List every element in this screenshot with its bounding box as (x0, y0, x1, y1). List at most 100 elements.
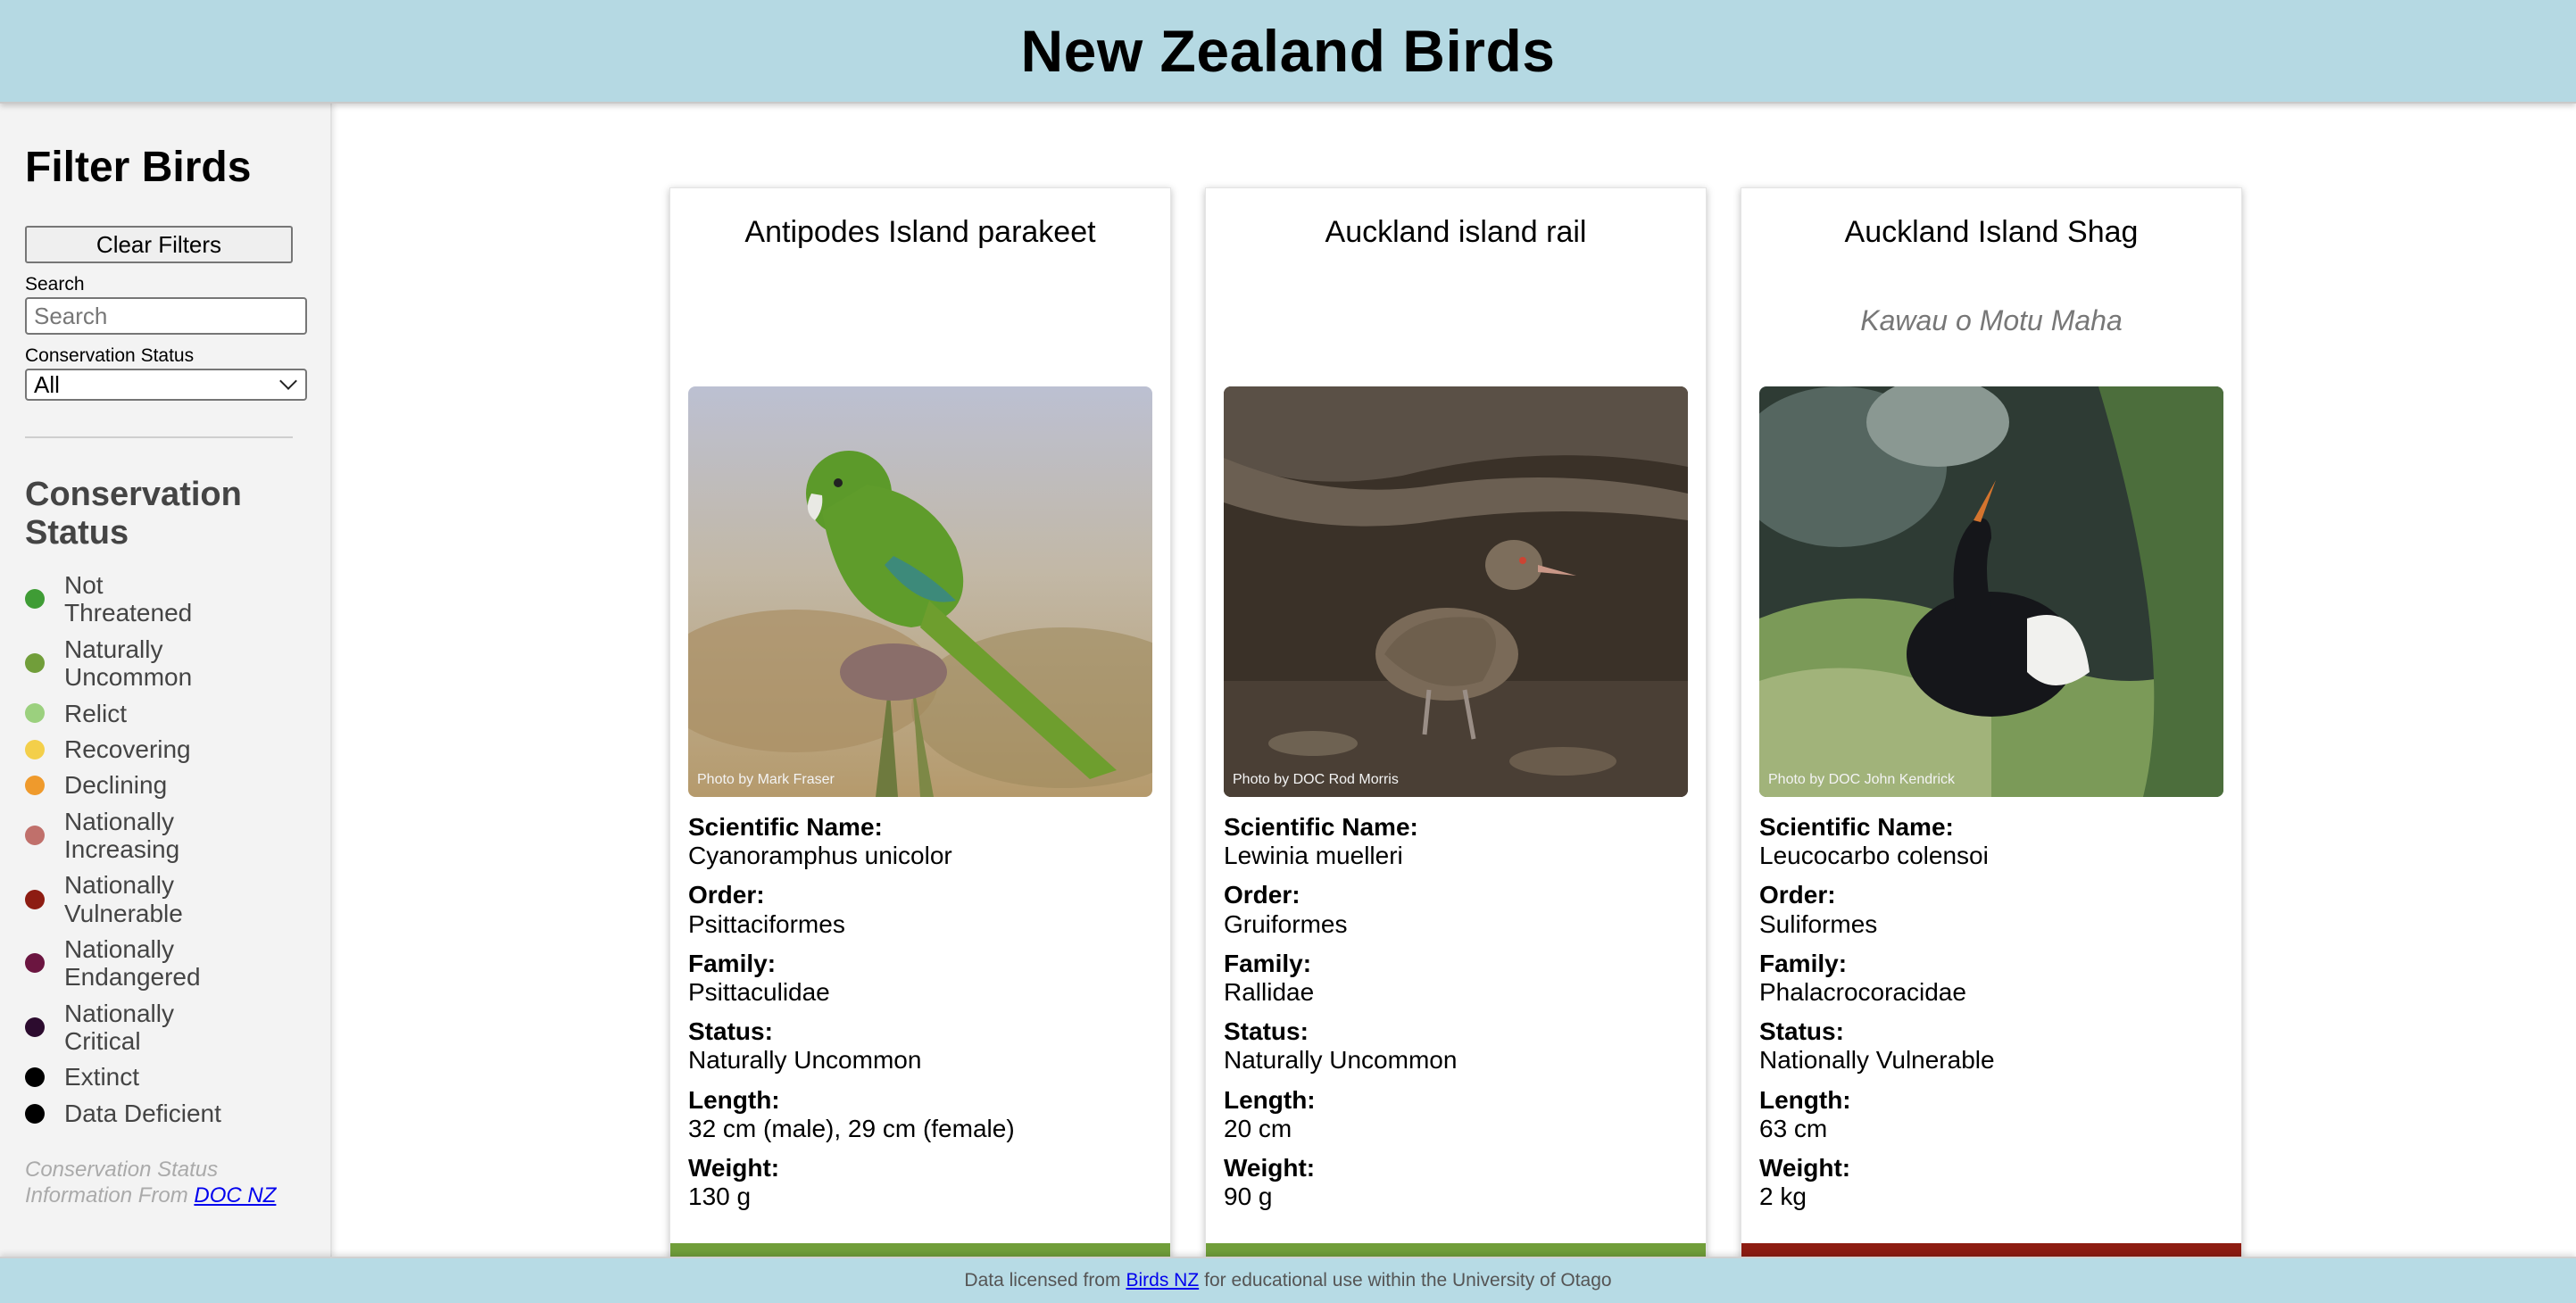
search-input[interactable] (25, 297, 307, 335)
status-dot-icon (25, 703, 45, 724)
legend-item: Declining (25, 771, 305, 799)
status-label: Status: (688, 1017, 773, 1046)
legend-label: Relict (64, 699, 128, 727)
status-label: Status: (1224, 1017, 1309, 1046)
scientific-name: Leucocarbo colensoi (1759, 842, 1989, 870)
legend-item: Recovering (25, 735, 305, 763)
length-label: Length: (688, 1085, 780, 1114)
length-value: 32 cm (male), 29 cm (female) (688, 1114, 1015, 1142)
status-dot-icon (25, 739, 45, 759)
order-value: Suliformes (1759, 909, 1878, 938)
status-select-value: All (34, 370, 60, 398)
status-value: Nationally Vulnerable (1759, 1046, 1995, 1075)
status-dot-icon (25, 1017, 45, 1038)
photo-credit: Photo by DOC Rod Morris (1233, 772, 1399, 787)
divider (25, 436, 293, 438)
status-legend: Not Threatened Naturally Uncommon Relict… (25, 571, 305, 1127)
legend-label: Nationally Increasing (64, 807, 180, 863)
family-label: Family: (688, 949, 777, 977)
bird-photo: Photo by DOC John Kendrick (1759, 386, 2223, 797)
scientific-name: Cyanoramphus unicolor (688, 842, 952, 870)
status-select[interactable]: All (25, 369, 307, 401)
order-value: Gruiformes (1224, 909, 1348, 938)
legend-item: Extinct (25, 1063, 305, 1091)
legend-label: Recovering (64, 734, 191, 763)
legend-label: Nationally Endangered (64, 935, 201, 992)
status-credit: Conservation Status Information From DOC… (25, 1158, 305, 1209)
legend-item: Nationally Endangered (25, 935, 305, 992)
family-value: Psittaculidae (688, 977, 830, 1006)
family-label: Family: (1224, 949, 1312, 977)
bird-name: Auckland island rail (1325, 215, 1587, 249)
photo-credit: Photo by Mark Fraser (697, 772, 835, 787)
order-label: Order: (1224, 881, 1300, 909)
bird-maori-name (688, 304, 1152, 340)
family-value: Rallidae (1224, 977, 1315, 1006)
bird-name: Antipodes Island parakeet (744, 215, 1096, 249)
page-footer: Data licensed from Birds NZ for educatio… (0, 1257, 2576, 1303)
doc-nz-link[interactable]: DOC NZ (194, 1183, 276, 1208)
status-value: Naturally Uncommon (688, 1046, 922, 1075)
scientific-name-label: Scientific Name: (688, 813, 883, 841)
bird-card: Antipodes Island parakeet Photo by Mark … (669, 187, 1171, 1259)
green-parakeet-photo-icon (688, 386, 1152, 797)
filter-sidebar: Filter Birds Clear Filters Search Conser… (0, 104, 332, 1257)
weight-label: Weight: (1759, 1153, 1851, 1182)
legend-label: Not Threatened (64, 571, 193, 627)
status-dot-icon (25, 953, 45, 974)
page-header: New Zealand Birds (0, 0, 2576, 104)
bird-photo: Photo by DOC Rod Morris (1224, 386, 1688, 797)
scientific-name-label: Scientific Name: (1759, 813, 1954, 841)
legend-label: Nationally Critical (64, 999, 174, 1056)
legend-item: Nationally Increasing (25, 808, 305, 864)
legend-label: Extinct (64, 1063, 140, 1091)
status-filter-label: Conservation Status (25, 345, 195, 366)
status-dot-icon (25, 889, 45, 909)
legend-item: Relict (25, 700, 305, 727)
status-credit-text: Conservation Status Information From (25, 1158, 219, 1208)
bird-card: Auckland Island Shag Kawau o Motu Maha P… (1741, 187, 2242, 1259)
family-label: Family: (1759, 949, 1848, 977)
length-value: 20 cm (1224, 1114, 1292, 1142)
status-dot-icon (25, 653, 45, 674)
weight-value: 2 kg (1759, 1183, 1807, 1211)
birds-nz-link[interactable]: Birds NZ (1126, 1270, 1199, 1291)
status-dot-icon (25, 1067, 45, 1088)
bird-details: Scientific Name: Lewinia muelleri Order:… (1224, 813, 1688, 1222)
sidebar-title: Filter Birds (25, 144, 252, 191)
legend-item: Data Deficient (25, 1100, 305, 1127)
order-label: Order: (1759, 881, 1836, 909)
order-value: Psittaciformes (688, 909, 845, 938)
footer-text-before: Data licensed from (964, 1270, 1121, 1291)
weight-value: 90 g (1224, 1183, 1273, 1211)
scientific-name-label: Scientific Name: (1224, 813, 1418, 841)
status-dot-icon (25, 825, 45, 845)
bird-maori-name (1224, 304, 1688, 340)
rail-bird-photo-icon (1224, 386, 1688, 797)
photo-credit: Photo by DOC John Kendrick (1768, 772, 1955, 787)
legend-item: Nationally Vulnerable (25, 871, 305, 927)
chevron-down-icon (279, 372, 297, 390)
status-dot-icon (25, 589, 45, 610)
status-label: Status: (1759, 1017, 1844, 1046)
weight-label: Weight: (688, 1153, 780, 1182)
bird-maori-name: Kawau o Motu Maha (1860, 304, 2123, 336)
shag-bird-photo-icon (1759, 386, 2223, 797)
length-value: 63 cm (1759, 1114, 1828, 1142)
legend-label: Naturally Uncommon (64, 635, 193, 692)
length-label: Length: (1759, 1085, 1851, 1114)
clear-filters-button[interactable]: Clear Filters (25, 226, 293, 263)
family-value: Phalacrocoracidae (1759, 977, 1966, 1006)
weight-label: Weight: (1224, 1153, 1316, 1182)
status-value: Naturally Uncommon (1224, 1046, 1458, 1075)
bird-photo: Photo by Mark Fraser (688, 386, 1152, 797)
bird-details: Scientific Name: Cyanoramphus unicolor O… (688, 813, 1152, 1222)
status-dot-icon (25, 1103, 45, 1124)
length-label: Length: (1224, 1085, 1316, 1114)
bird-details: Scientific Name: Leucocarbo colensoi Ord… (1759, 813, 2223, 1222)
footer-text-after: for educational use within the Universit… (1204, 1270, 1612, 1291)
search-label: Search (25, 274, 85, 295)
legend-item: Not Threatened (25, 571, 305, 627)
scientific-name: Lewinia muelleri (1224, 842, 1403, 870)
bird-name: Auckland Island Shag (1844, 215, 2139, 249)
